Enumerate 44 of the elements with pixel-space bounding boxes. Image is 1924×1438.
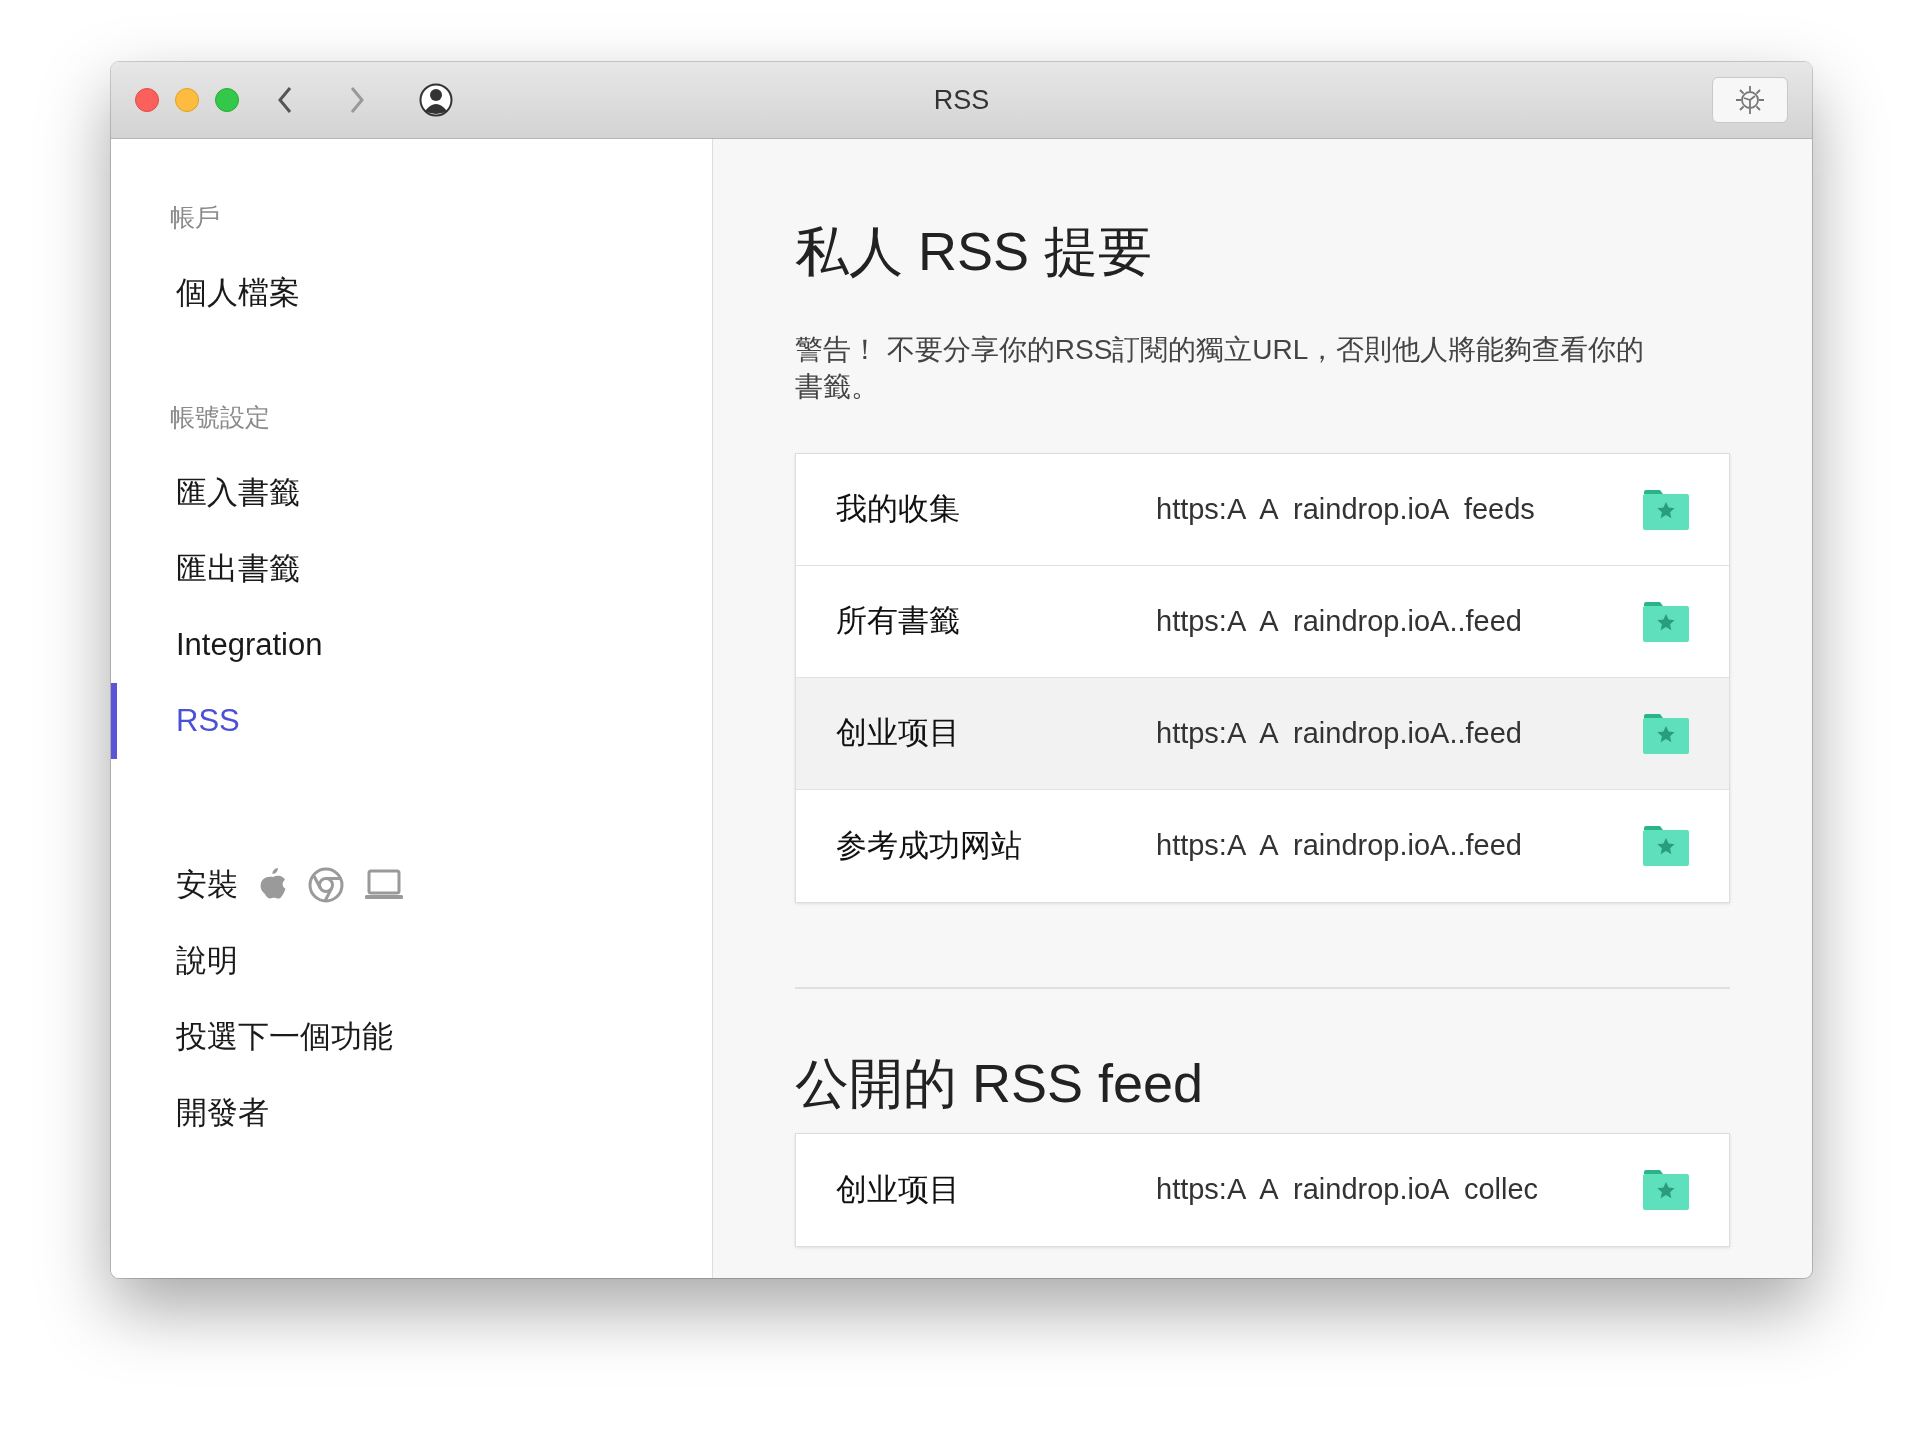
window-title: RSS: [933, 83, 990, 117]
folder-star-icon[interactable]: [1643, 825, 1689, 867]
sidebar-item[interactable]: Integration: [111, 607, 712, 683]
sidebar-item[interactable]: 匯入書籤: [111, 455, 712, 531]
back-icon[interactable]: [277, 86, 293, 114]
section-heading: 公開的 RSS feed: [795, 1051, 1205, 1115]
folder-star-icon[interactable]: [1643, 488, 1689, 531]
forward-icon[interactable]: [349, 86, 365, 114]
feed-url[interactable]: https:A A raindrop.ioA..feed: [1156, 824, 1643, 868]
feed-name: 创业项目: [836, 1170, 961, 1209]
section-label: 帳戶: [169, 202, 221, 234]
sidebar-item[interactable]: 匯出書籤: [111, 531, 712, 607]
sidebar-link[interactable]: 開發者: [117, 1075, 712, 1151]
feed-url[interactable]: https:A A raindrop.ioA..feed: [1156, 711, 1643, 756]
feed-row[interactable]: 我的收集 https:A A raindrop.ioA feeds: [796, 454, 1729, 566]
feed-row[interactable]: 参考成功网站 https:A A raindrop.ioA..feed: [796, 790, 1729, 902]
feed-name: 所有書籤: [836, 602, 961, 641]
settings-icon: [1734, 84, 1766, 116]
laptop-icon[interactable]: [364, 869, 404, 901]
minimize-button[interactable]: [175, 88, 199, 112]
settings-button[interactable]: [1712, 77, 1788, 123]
sidebar-item[interactable]: RSS: [111, 683, 712, 759]
feed-row[interactable]: 创业项目 https:A A raindrop.ioA collec: [796, 1134, 1729, 1246]
close-button[interactable]: [135, 88, 159, 112]
feed-name: 创业项目: [836, 714, 961, 753]
folder-star-icon[interactable]: [1643, 1169, 1689, 1211]
feed-url[interactable]: https:A A raindrop.ioA collec: [1156, 1168, 1643, 1212]
install-label: 安裝: [176, 865, 238, 904]
feed-row[interactable]: 创业项目 https:A A raindrop.ioA..feed: [796, 678, 1729, 790]
sidebar-item[interactable]: 個人檔案: [111, 255, 712, 331]
sidebar-link[interactable]: 說明: [117, 923, 712, 999]
browser-icon[interactable]: [308, 867, 344, 903]
sidebar-link[interactable]: 投選下一個功能: [117, 999, 712, 1075]
folder-star-icon[interactable]: [1643, 600, 1689, 643]
section-heading: 私人 RSS 提要: [795, 219, 1154, 283]
warning-text: 警告！ 不要分享你的RSS訂閱的獨立URL，否則他人將能夠查看你的書籤。: [795, 333, 1645, 404]
feed-name: 参考成功网站: [836, 826, 1023, 865]
feed-url[interactable]: https:A A raindrop.ioA..feed: [1156, 599, 1643, 644]
feed-name: 我的收集: [836, 490, 961, 529]
section-label: 帳號設定: [169, 402, 271, 434]
folder-star-icon[interactable]: [1643, 712, 1689, 755]
feed-url[interactable]: https:A A raindrop.ioA feeds: [1156, 487, 1643, 532]
zoom-button[interactable]: [215, 88, 239, 112]
user-icon[interactable]: [419, 83, 453, 117]
